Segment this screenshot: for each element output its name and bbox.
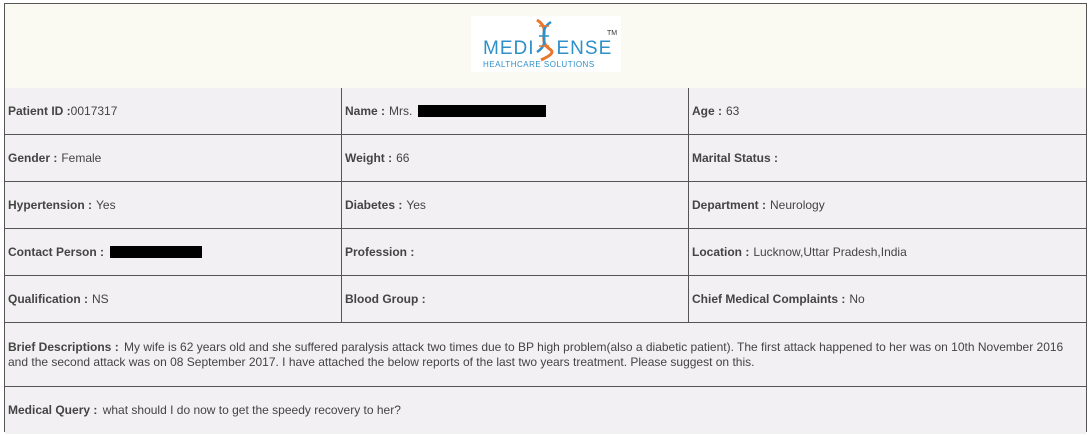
- patient-record-sheet: MEDI ENSE TM HEALTHCARE SOLUTIONS Patient…: [4, 3, 1087, 434]
- medical-query-cell: Medical Query : what should I do now to …: [5, 387, 1086, 434]
- info-row: Hypertension : Yes Diabetes : Yes Departme…: [5, 182, 1086, 229]
- info-row: Qualification : NS Blood Group : Chief Me…: [5, 276, 1086, 323]
- hypertension-cell: Hypertension : Yes: [5, 182, 342, 228]
- medisense-logo: MEDI ENSE TM HEALTHCARE SOLUTIONS: [471, 16, 621, 72]
- info-row: Contact Person : Profession : Location :…: [5, 229, 1086, 276]
- brief-description-cell: Brief Descriptions : My wife is 62 years…: [5, 323, 1086, 386]
- profession-cell: Profession :: [342, 229, 689, 275]
- name-cell: Name : Mrs.: [342, 88, 689, 134]
- gender-cell: Gender : Female: [5, 135, 342, 181]
- info-row: Gender : Female Weight :66 Marital Status…: [5, 135, 1086, 182]
- marital-status-cell: Marital Status :: [692, 151, 779, 165]
- name-redaction: [418, 105, 547, 117]
- blood-group-cell: Blood Group :: [342, 276, 689, 322]
- info-row: Patient ID :0017317 Name : Mrs. Age :63: [5, 88, 1086, 135]
- logo-tagline: HEALTHCARE SOLUTIONS: [483, 60, 595, 69]
- dna-helix-icon: [536, 18, 554, 62]
- age-cell: Age :63: [692, 104, 740, 118]
- record-header: MEDI ENSE TM HEALTHCARE SOLUTIONS: [5, 4, 1086, 89]
- trademark-symbol: TM: [607, 30, 618, 37]
- location-cell: Location : Lucknow,Uttar Pradesh,India: [692, 245, 907, 259]
- contact-redaction: [110, 246, 203, 258]
- department-cell: Department : Neurology: [692, 198, 825, 212]
- medical-query-row: Medical Query : what should I do now to …: [5, 387, 1086, 434]
- brief-description-text: Brief Descriptions : My wife is 62 years…: [8, 339, 1064, 369]
- weight-cell: Weight :66: [342, 135, 689, 181]
- brief-description-row: Brief Descriptions : My wife is 62 years…: [5, 323, 1086, 387]
- patient-id-cell: Patient ID :0017317: [5, 88, 342, 134]
- chief-complaints-cell: Chief Medical Complaints : No: [692, 292, 865, 306]
- medical-query-text: Medical Query : what should I do now to …: [8, 403, 401, 417]
- contact-person-cell: Contact Person :: [5, 229, 342, 275]
- patient-info-grid: Patient ID :0017317 Name : Mrs. Age :63 G…: [5, 88, 1086, 434]
- qualification-cell: Qualification : NS: [5, 276, 342, 322]
- diabetes-cell: Diabetes : Yes: [342, 182, 689, 228]
